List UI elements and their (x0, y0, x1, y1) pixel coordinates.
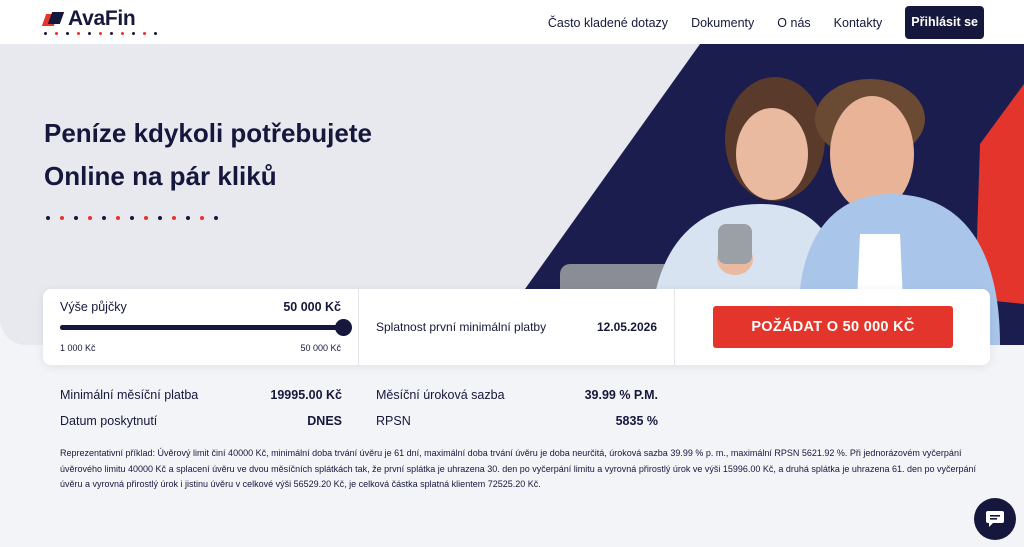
chat-bubble-icon (986, 511, 1004, 527)
main-nav: Často kladené dotazy Dokumenty O nás Kon… (525, 6, 984, 39)
nav-contacts[interactable]: Kontakty (834, 16, 883, 30)
min-payment-label: Minimální měsíční platba (60, 388, 199, 402)
rpsn-label: RPSN (376, 414, 411, 428)
repayment-label: Splatnost první minimální platby (376, 320, 547, 334)
nav-about[interactable]: O nás (777, 16, 810, 30)
slider-fill (60, 325, 343, 330)
amount-value: 50 000 Kč (283, 300, 341, 314)
nav-documents[interactable]: Dokumenty (691, 16, 754, 30)
nav-faq[interactable]: Často kladené dotazy (548, 16, 668, 30)
representative-example: Reprezentativní příklad: Úvěrový limit č… (60, 448, 977, 489)
logo-mark-icon (41, 12, 66, 26)
monthly-rate-label: Měsíční úroková sazba (376, 388, 505, 402)
amount-label: Výše půjčky (60, 300, 127, 314)
amount-section: Výše půjčky 50 000 Kč 1 000 Kč 50 000 Kč (43, 289, 359, 365)
site-header: AvaFin Často kladené dotazy Dokumenty O … (0, 0, 1024, 44)
loan-calculator-card: Výše půjčky 50 000 Kč 1 000 Kč 50 000 Kč… (43, 289, 990, 365)
login-button[interactable]: Přihlásit se (905, 6, 984, 39)
slider-min-label: 1 000 Kč (60, 343, 96, 353)
monthly-rate-value: 39.99 % P.M. (584, 388, 658, 402)
repayment-section: Splatnost první minimální platby 12.05.2… (359, 289, 675, 365)
provision-date-value: DNES (307, 414, 342, 428)
rpsn-value: 5835 % (615, 414, 658, 428)
hero-title: Peníze kdykoli potřebujete Online na pár… (44, 112, 372, 198)
cta-section: POŽÁDAT O 50 000 KČ (675, 289, 990, 365)
amount-slider[interactable] (60, 319, 352, 336)
logo-dots (44, 32, 157, 35)
slider-thumb[interactable] (335, 319, 352, 336)
hero-dots (46, 216, 218, 220)
provision-date-label: Datum poskytnutí (60, 414, 158, 428)
chat-button[interactable] (974, 498, 1016, 540)
slider-max-label: 50 000 Kč (300, 343, 341, 353)
hero-title-line2: Online na pár kliků (44, 161, 277, 191)
logo-text: AvaFin (68, 7, 136, 30)
request-loan-button[interactable]: POŽÁDAT O 50 000 KČ (713, 306, 953, 348)
hero-title-line1: Peníze kdykoli potřebujete (44, 118, 372, 148)
repayment-date: 12.05.2026 (596, 320, 657, 334)
min-payment-value: 19995.00 Kč (270, 388, 342, 402)
logo[interactable]: AvaFin (41, 7, 136, 31)
